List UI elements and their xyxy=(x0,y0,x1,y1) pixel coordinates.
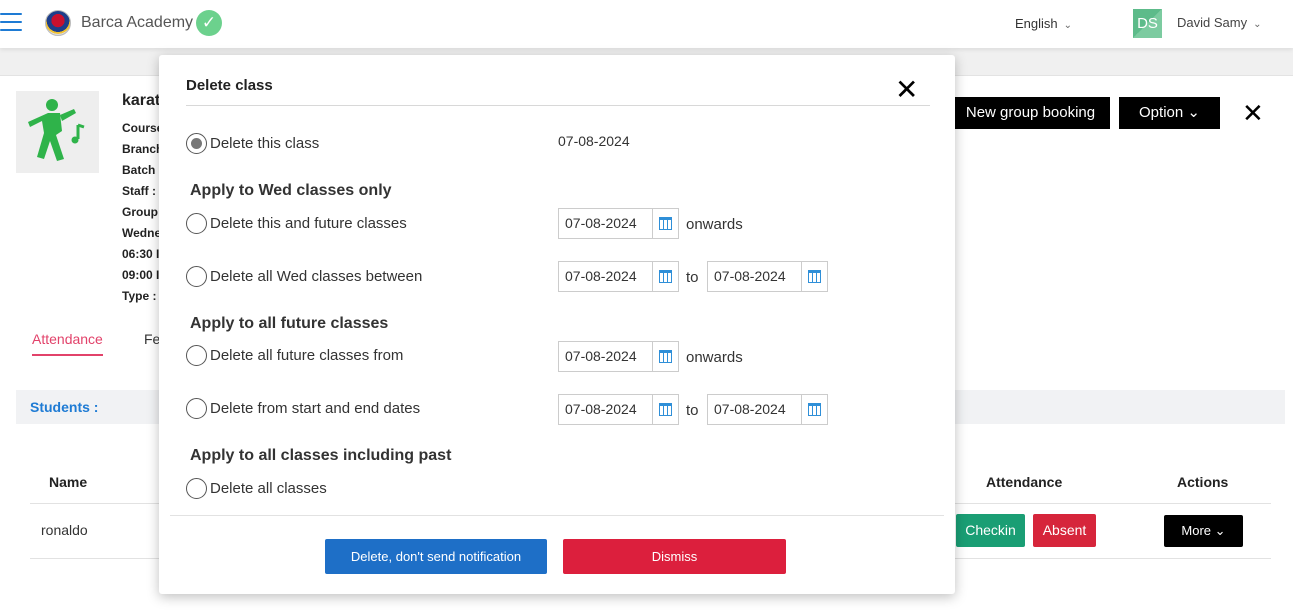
info-batch: Batch : xyxy=(122,163,163,177)
class-thumbnail xyxy=(16,91,99,173)
info-course: Course xyxy=(122,121,164,135)
date-picker-end[interactable]: 07-08-2024 xyxy=(707,394,828,425)
modal-title: Delete class xyxy=(186,77,273,94)
language-label: English xyxy=(1015,16,1058,31)
checkin-button[interactable]: Checkin xyxy=(956,514,1025,547)
more-button[interactable]: More ⌄ xyxy=(1164,515,1243,547)
chevron-down-icon: ⌄ xyxy=(1187,104,1200,121)
date-value[interactable]: 07-08-2024 xyxy=(559,262,654,291)
date-value[interactable]: 07-08-2024 xyxy=(708,395,803,424)
date-value[interactable]: 07-08-2024 xyxy=(708,262,803,291)
onwards-label: onwards xyxy=(686,216,743,233)
calendar-icon[interactable] xyxy=(802,395,827,424)
class-date: 07-08-2024 xyxy=(558,133,630,149)
calendar-icon[interactable] xyxy=(653,262,678,291)
info-type: Type : xyxy=(122,289,157,303)
section-heading-wed: Apply to Wed classes only xyxy=(190,182,392,199)
column-header-name: Name xyxy=(49,474,88,490)
chevron-down-icon: ⌄ xyxy=(1063,20,1073,31)
info-group: Group xyxy=(122,205,158,219)
modal-footer-divider xyxy=(170,515,944,516)
user-menu[interactable]: David Samy ⌄ xyxy=(1177,15,1261,30)
absent-button[interactable]: Absent xyxy=(1033,514,1096,547)
option-label: Delete from start and end dates xyxy=(210,399,421,417)
delete-class-modal: Delete class ✕ Delete this class 07-08-2… xyxy=(159,55,955,594)
option-delete-this[interactable]: Delete this class xyxy=(186,132,319,154)
tab-fees[interactable]: Fe xyxy=(144,331,160,347)
menu-icon[interactable] xyxy=(0,13,22,35)
option-label: Delete all Wed classes between xyxy=(210,267,423,285)
date-value[interactable]: 07-08-2024 xyxy=(559,209,654,238)
option-delete-wed-between[interactable]: Delete all Wed classes between xyxy=(186,265,422,287)
radio-unselected[interactable] xyxy=(186,344,207,366)
date-picker[interactable]: 07-08-2024 xyxy=(558,341,679,372)
chevron-down-icon: ⌄ xyxy=(1214,523,1226,538)
radio-unselected[interactable] xyxy=(186,477,207,499)
club-logo xyxy=(45,10,71,36)
language-selector[interactable]: English ⌄ xyxy=(1015,16,1072,31)
radio-unselected[interactable] xyxy=(186,265,207,287)
chevron-down-icon: ⌄ xyxy=(1253,19,1262,30)
option-delete-future[interactable]: Delete this and future classes xyxy=(186,212,407,234)
tab-attendance[interactable]: Attendance xyxy=(32,331,103,356)
section-heading-future: Apply to all future classes xyxy=(190,315,389,332)
info-end-time: 09:00 I xyxy=(122,268,160,282)
info-staff: Staff : xyxy=(122,184,156,198)
delete-no-notification-button[interactable]: Delete, don't send notification xyxy=(325,539,547,574)
new-group-booking-button[interactable]: New group booking xyxy=(951,97,1110,129)
option-delete-range[interactable]: Delete from start and end dates xyxy=(186,397,420,419)
date-picker-start[interactable]: 07-08-2024 xyxy=(558,394,679,425)
date-value[interactable]: 07-08-2024 xyxy=(559,342,654,371)
close-icon[interactable]: ✕ xyxy=(895,76,918,104)
close-icon[interactable]: ✕ xyxy=(1242,100,1264,126)
option-delete-all-future[interactable]: Delete all future classes from xyxy=(186,344,403,366)
option-label: Delete this class xyxy=(210,134,320,152)
class-info-list: Course Branch Batch : Staff : Group Wedn… xyxy=(122,121,163,310)
app-name: Barca Academy xyxy=(81,14,194,31)
date-picker-to[interactable]: 07-08-2024 xyxy=(707,261,828,292)
date-picker-from[interactable]: 07-08-2024 xyxy=(558,261,679,292)
calendar-icon[interactable] xyxy=(653,342,678,371)
calendar-icon[interactable] xyxy=(653,209,678,238)
dismiss-button[interactable]: Dismiss xyxy=(563,539,786,574)
info-branch: Branch xyxy=(122,142,164,156)
class-title: karat xyxy=(122,92,161,109)
option-button[interactable]: Option ⌄ xyxy=(1119,97,1220,129)
date-value[interactable]: 07-08-2024 xyxy=(559,395,654,424)
column-header-actions: Actions xyxy=(1177,474,1229,490)
onwards-label: onwards xyxy=(686,349,743,366)
to-label: to xyxy=(686,269,699,286)
column-header-attendance: Attendance xyxy=(986,474,1063,490)
students-label: Students : xyxy=(30,399,99,415)
calendar-icon[interactable] xyxy=(802,262,827,291)
option-label: Delete all classes xyxy=(210,479,327,497)
to-label: to xyxy=(686,402,699,419)
modal-divider xyxy=(186,105,930,106)
radio-unselected[interactable] xyxy=(186,397,207,419)
dancer-icon xyxy=(28,99,85,161)
info-day: Wedne xyxy=(122,226,162,240)
verified-check-icon: ✓ xyxy=(196,10,222,36)
more-label: More xyxy=(1181,523,1212,538)
top-bar: Barca Academy ✓ English ⌄ DS David Samy ⌄ xyxy=(0,0,1293,48)
student-name: ronaldo xyxy=(41,522,88,538)
option-label: Option xyxy=(1139,104,1184,121)
radio-unselected[interactable] xyxy=(186,212,207,234)
option-delete-all[interactable]: Delete all classes xyxy=(186,477,327,499)
user-name: David Samy xyxy=(1177,15,1248,30)
radio-selected[interactable] xyxy=(186,132,207,154)
calendar-icon[interactable] xyxy=(653,395,678,424)
info-start-time: 06:30 I xyxy=(122,247,160,261)
date-picker[interactable]: 07-08-2024 xyxy=(558,208,679,239)
option-label: Delete all future classes from xyxy=(210,346,404,364)
avatar[interactable]: DS xyxy=(1133,9,1162,38)
section-heading-past: Apply to all classes including past xyxy=(190,447,452,464)
option-label: Delete this and future classes xyxy=(210,214,407,232)
